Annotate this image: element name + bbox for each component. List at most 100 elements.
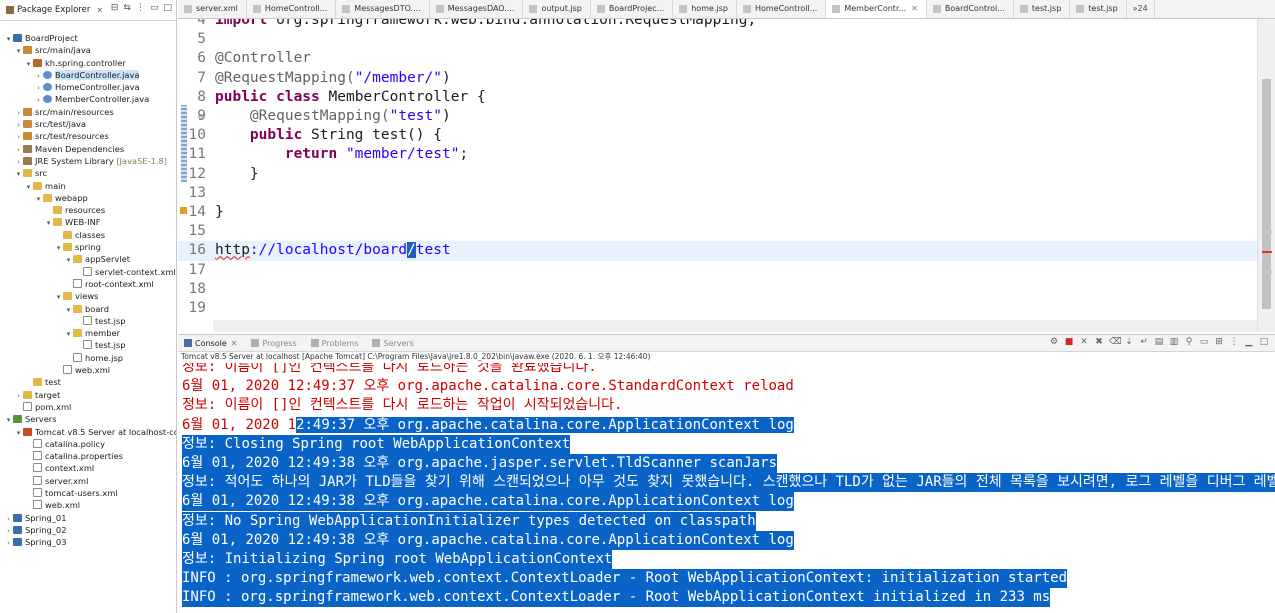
tree-item[interactable]: test [0,376,176,388]
code-line[interactable]: 18 [178,280,1257,299]
close-icon[interactable]: ✕ [231,339,238,348]
tree-item[interactable]: ▾ webapp [0,192,176,204]
tree-item[interactable]: ▾ appServlet [0,253,176,265]
console-tab-problems[interactable]: Problems [305,339,367,348]
clear-console-icon[interactable]: ⌫ [1109,337,1122,347]
tree-item[interactable]: home.jsp [0,352,176,364]
code-line[interactable]: 8 public class MemberController { [178,88,1257,107]
console-tab-progress[interactable]: Progress [245,339,304,348]
code-line[interactable]: 13 [178,184,1257,203]
editor-tab[interactable]: BoardProjec... [591,0,674,18]
code-line[interactable]: 7 @RequestMapping("/member/") [178,69,1257,88]
console-line[interactable]: 정보: 이름이 []인 컨텍스트를 다시 로드하는 것을 완료했습니다. [182,363,597,377]
tree-item[interactable]: › Maven Dependencies [0,143,176,155]
console-line[interactable]: INFO : org.springframework.web.context.C… [182,569,1068,589]
tree-item[interactable]: ▾ spring [0,241,176,253]
tree-item[interactable]: web.xml [0,364,176,376]
code-line[interactable]: 10 public String test() { [178,126,1257,145]
tree-item[interactable]: ▾ main [0,180,176,192]
close-icon[interactable]: ✕ [96,6,103,15]
editor-tab[interactable]: test.jsp [1014,0,1071,18]
minimize-icon[interactable]: ▁ [1244,337,1254,347]
link-editor-icon[interactable]: ⇆ [123,3,131,13]
tree-item[interactable]: ▾ src [0,167,176,179]
code-line[interactable]: 19 [178,299,1257,318]
pin-console-icon[interactable]: ⚲ [1184,337,1194,347]
code-line[interactable]: 12 } [178,165,1257,184]
scroll-lock-icon[interactable]: ⇣ [1124,337,1134,347]
remove-launch-icon[interactable]: ✕ [1079,337,1089,347]
console-line[interactable]: 정보: Initializing Spring root WebApplicat… [182,550,613,569]
tree-item[interactable]: ▾ board [0,303,176,315]
code-editor[interactable]: 4 import org.springframework.web.bind.ann… [178,19,1275,332]
view-menu-icon[interactable]: ⋮ [1229,337,1239,347]
tree-item[interactable]: test.jsp [0,315,176,327]
editor-tab[interactable]: test.jsp [1070,0,1127,18]
tree-item[interactable]: ▾ src/main/java [0,44,176,56]
console-line[interactable]: 6월 01, 2020 12:49:38 오후 org.apache.catal… [182,492,794,512]
console-line[interactable]: 정보: Closing Spring root WebApplicationCo… [182,434,571,454]
minimize-icon[interactable]: ▭ [150,3,159,13]
console-line[interactable]: 6월 01, 2020 12:49:38 오후 org.apache.jaspe… [182,454,777,473]
word-wrap-icon[interactable]: ↵ [1139,337,1149,347]
tree-item[interactable]: ▾ BoardProject [0,32,176,44]
editor-tab[interactable]: output.jsp [523,0,591,18]
tree-item[interactable]: pom.xml [0,401,176,413]
editor-tab[interactable]: server.xml [178,0,247,18]
remove-all-icon[interactable]: ✖ [1094,337,1104,347]
code-line[interactable]: 4 import org.springframework.web.bind.ann… [178,19,1257,30]
console-tab-console[interactable]: Console ✕ [178,339,245,348]
console-line[interactable]: INFO : org.springframework.web.context.C… [182,588,1051,608]
fold-toggle-icon[interactable]: ⊖ [198,107,203,126]
editor-tab[interactable]: MessagesDAO.... [430,0,524,18]
show-on-stdout-icon[interactable]: ▤ [1154,337,1164,347]
editor-tab[interactable]: HomeControll... [247,0,337,18]
terminate-icon[interactable]: ■ [1064,337,1074,347]
tree-item[interactable]: resources [0,204,176,216]
code-line[interactable]: 15 [178,222,1257,241]
tree-item[interactable]: catalina.policy [0,438,176,450]
editor-tab[interactable]: home.jsp [673,0,737,18]
show-on-stderr-icon[interactable]: ▥ [1169,337,1179,347]
tree-item[interactable]: server.xml [0,475,176,487]
tree-item[interactable]: root-context.xml [0,278,176,290]
tree-item[interactable]: › BoardController.java [0,69,176,81]
scrollbar-thumb[interactable] [1262,79,1271,309]
horizontal-scrollbar[interactable] [213,320,1258,332]
console-line[interactable]: 6월 01, 2020 12:49:37 오후 org.apache.catal… [182,416,794,435]
tree-item[interactable]: › src/test/java [0,118,176,130]
tree-item[interactable]: catalina.properties [0,450,176,462]
tree-item[interactable]: servlet-context.xml [0,266,176,278]
tree-item[interactable]: › Spring_01 [0,512,176,524]
tree-item[interactable]: ▾ kh.spring.controller [0,57,176,69]
code-line[interactable]: 16 http://localhost/board/test [178,241,1257,261]
tree-item[interactable]: classes [0,229,176,241]
tree-item[interactable]: › JRE System Library [JavaSE-1.8] [0,155,176,167]
collapse-all-icon[interactable]: ⊟ [111,3,119,13]
open-console-icon[interactable]: ⊞ [1214,337,1224,347]
code-line[interactable]: 11 return "member/test"; [178,145,1257,164]
console-line[interactable]: 정보: 적어도 하나의 JAR가 TLD들을 찾기 위해 스캔되었으나 아무 것… [182,473,1275,493]
code-line[interactable]: 6 @Controller [178,49,1257,68]
tree-item[interactable]: › MemberController.java [0,93,176,105]
console-line[interactable]: 정보: 이름이 []인 컨텍스트를 다시 로드하는 작업이 시작되었습니다. [182,396,622,415]
tree-item[interactable]: › Spring_02 [0,524,176,536]
overview-error-mark[interactable] [1262,251,1272,253]
close-icon[interactable]: ✕ [911,0,918,18]
code-line[interactable]: 9 ⊖ @RequestMapping("test") [178,107,1257,126]
more-tabs-button[interactable]: »24 [1127,0,1155,18]
overview-mark[interactable] [1262,231,1272,233]
console-tab-servers[interactable]: Servers [366,339,421,348]
console-line[interactable]: 6월 01, 2020 12:49:37 오후 org.apache.catal… [182,377,794,396]
tree-item[interactable]: ▾ WEB-INF [0,216,176,228]
vertical-scrollbar[interactable] [1257,19,1275,332]
tree-item[interactable]: › src/test/resources [0,130,176,142]
debug-icon[interactable]: ⚙ [1049,337,1059,347]
tree-item[interactable]: › src/main/resources [0,106,176,118]
overview-mark[interactable] [1262,271,1272,273]
code-line[interactable]: 17 [178,261,1257,280]
code-line[interactable]: 14} [178,203,1257,222]
tree-item[interactable]: tomcat-users.xml [0,487,176,499]
tree-item[interactable]: ▾ views [0,290,176,302]
expand-toggle-icon[interactable]: › [4,537,13,549]
